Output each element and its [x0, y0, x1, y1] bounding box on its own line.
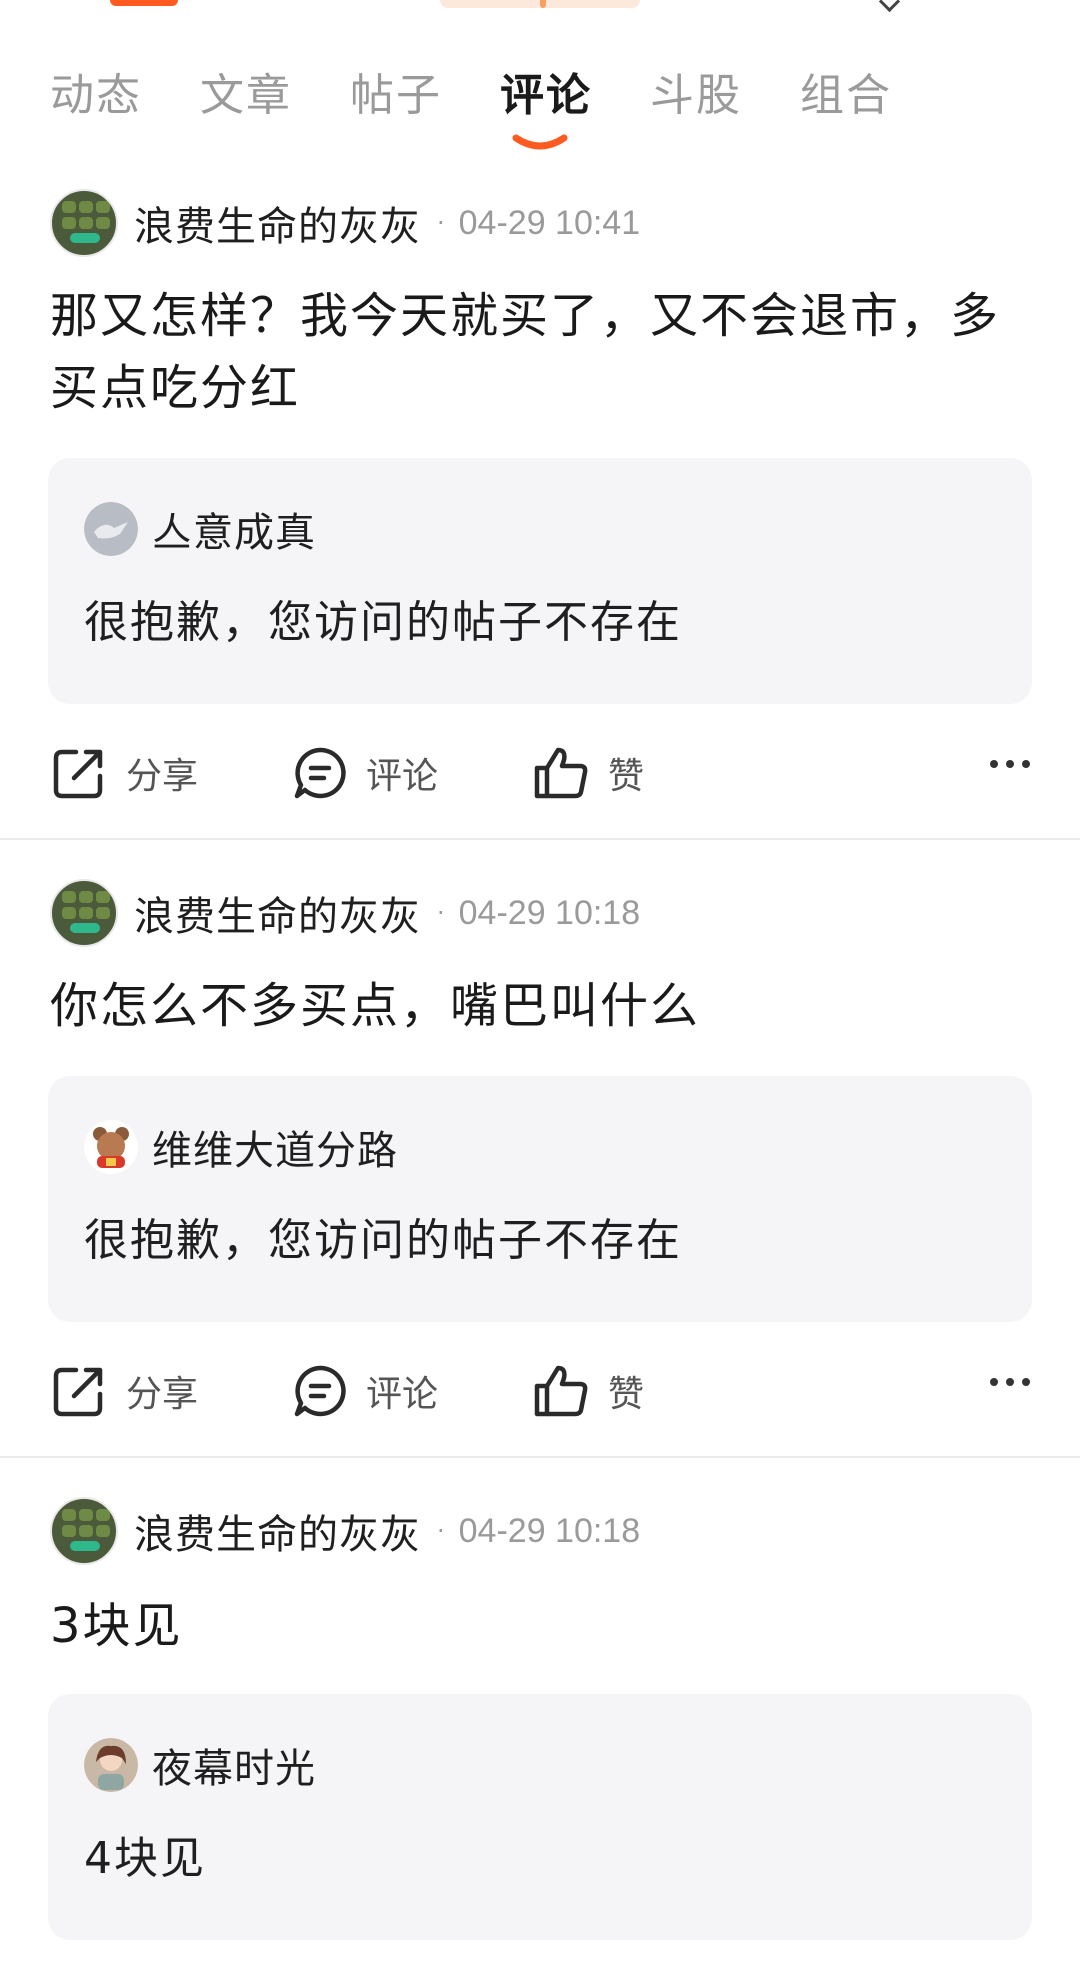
tab-portfolio[interactable]: 组合 [800, 66, 950, 126]
top-accent-tab[interactable] [110, 0, 178, 6]
avatar[interactable] [50, 879, 118, 947]
quoted-post[interactable]: 维维大道分路 很抱歉，您访问的帖子不存在 [48, 1076, 1032, 1322]
avatar[interactable] [50, 1497, 118, 1565]
share-button[interactable]: 分享 [50, 1356, 198, 1426]
comment-label: 评论 [366, 756, 439, 797]
username[interactable]: 浪费生命的灰灰 [134, 194, 421, 252]
quoted-text: 很抱歉，您访问的帖子不存在 [84, 1215, 682, 1266]
like-button[interactable]: 赞 [532, 738, 644, 808]
comment-label: 评论 [366, 1374, 439, 1415]
quoted-user: 亼意成真 [84, 500, 316, 558]
avatar[interactable] [50, 189, 118, 257]
comment-text[interactable]: 你怎么不多买点，嘴巴叫什么 [50, 970, 1030, 1042]
comment-header: 浪费生命的灰灰 · 04-29 10:18 [50, 1496, 640, 1566]
action-bar: 分享 评论 赞 [50, 1356, 1030, 1426]
tab-dynamics[interactable]: 动态 [50, 66, 200, 126]
thumbs-up-icon [534, 1365, 588, 1417]
profile-tabs: 动态 文章 帖子 评论 斗股 组合 [50, 66, 950, 150]
tab-articles[interactable]: 文章 [200, 66, 350, 126]
username[interactable]: 浪费生命的灰灰 [134, 1502, 421, 1560]
comment-text[interactable]: 3块见 [50, 1590, 1030, 1662]
divider [0, 1456, 1080, 1458]
more-icon[interactable] [990, 1378, 1030, 1386]
thumbs-up-icon [534, 747, 588, 799]
quoted-user: 夜幕时光 [84, 1736, 316, 1794]
action-bar: 分享 评论 赞 [50, 738, 1030, 808]
comment-header: 浪费生命的灰灰 · 04-29 10:18 [50, 878, 640, 948]
quoted-text: 4块见 [84, 1833, 206, 1884]
active-tab-indicator [512, 134, 568, 150]
divider [0, 838, 1080, 840]
tab-comments[interactable]: 评论 [500, 66, 650, 150]
quoted-post[interactable]: 夜幕时光 4块见 [48, 1694, 1032, 1940]
share-label: 分享 [126, 1374, 199, 1415]
tab-stock-battle[interactable]: 斗股 [650, 66, 800, 126]
share-icon [53, 1367, 103, 1417]
like-label: 赞 [608, 1374, 645, 1415]
top-bar-partial [0, 0, 1080, 13]
comment-button[interactable]: 评论 [292, 738, 438, 808]
share-button[interactable]: 分享 [50, 738, 198, 808]
like-label: 赞 [608, 756, 645, 797]
quoted-text: 很抱歉，您访问的帖子不存在 [84, 597, 682, 648]
share-label: 分享 [126, 756, 199, 797]
tab-comments-label: 评论 [500, 70, 592, 121]
separator-dot: · [437, 899, 445, 927]
more-icon[interactable] [990, 760, 1030, 768]
comment-text[interactable]: 那又怎样？我今天就买了，又不会退市，多买点吃分红 [50, 280, 1030, 424]
quoted-username: 维维大道分路 [152, 1128, 398, 1174]
timestamp: 04-29 10:18 [458, 1511, 641, 1550]
avatar[interactable] [84, 502, 138, 556]
chevron-down-icon[interactable] [878, 0, 901, 13]
username[interactable]: 浪费生命的灰灰 [134, 884, 421, 942]
comment-icon [294, 747, 346, 799]
separator-dot: · [437, 209, 445, 237]
timestamp: 04-29 10:41 [458, 203, 641, 242]
comment-button[interactable]: 评论 [292, 1356, 438, 1426]
comment-header: 浪费生命的灰灰 · 04-29 10:41 [50, 188, 640, 258]
avatar[interactable] [84, 1738, 138, 1792]
timestamp: 04-29 10:18 [458, 893, 641, 932]
quoted-post[interactable]: 亼意成真 很抱歉，您访问的帖子不存在 [48, 458, 1032, 704]
share-icon [53, 749, 103, 799]
tab-posts[interactable]: 帖子 [350, 66, 500, 126]
quoted-username: 夜幕时光 [152, 1746, 316, 1792]
comment-icon [294, 1365, 346, 1417]
quoted-user: 维维大道分路 [84, 1118, 398, 1176]
top-pill-button[interactable] [440, 0, 640, 8]
separator-dot: · [437, 1517, 445, 1545]
quoted-username: 亼意成真 [152, 510, 316, 556]
avatar[interactable] [84, 1120, 138, 1174]
like-button[interactable]: 赞 [532, 1356, 644, 1426]
